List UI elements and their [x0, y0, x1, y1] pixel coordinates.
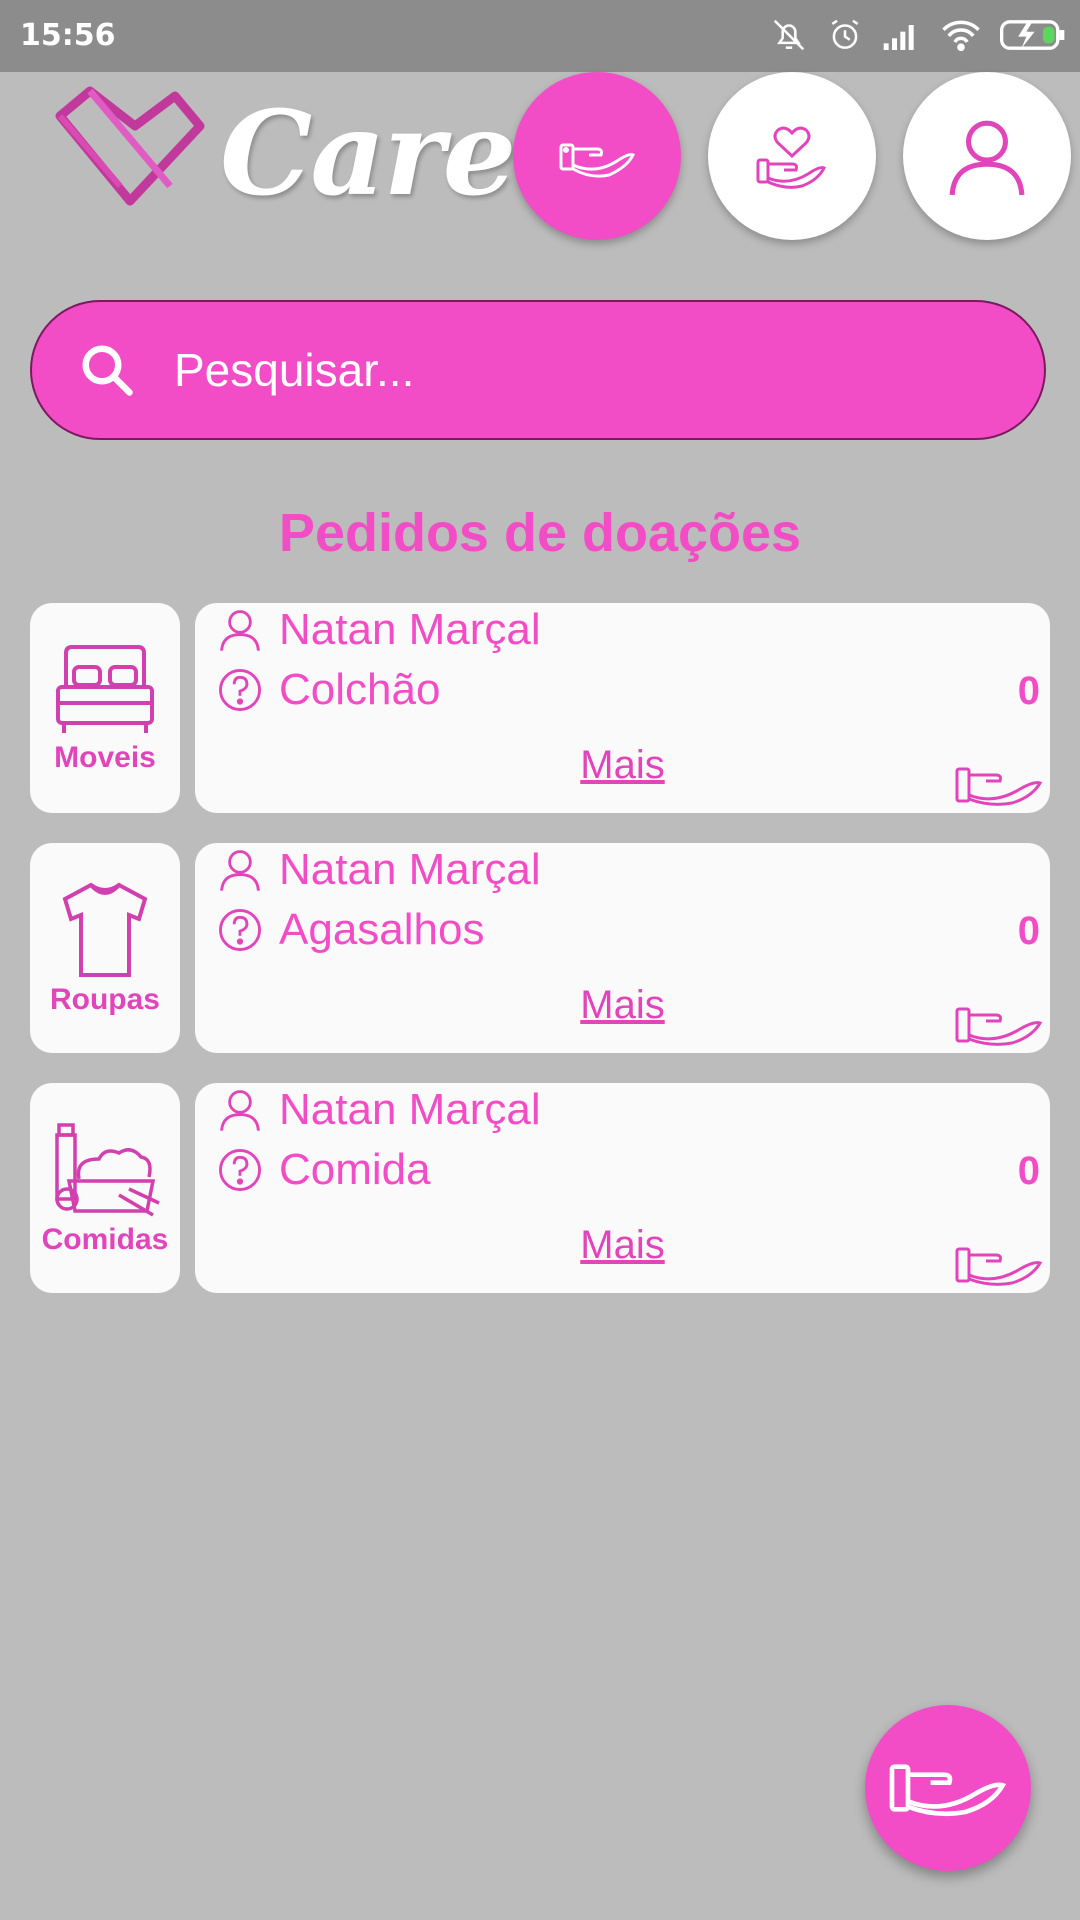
request-row: Moveis Natan Marçal Colchão 0 Mais [30, 603, 1050, 813]
question-circle-icon [219, 669, 261, 711]
request-count: 0 [1017, 1149, 1040, 1193]
heart-hand-icon [756, 126, 827, 189]
groceries-icon [55, 1123, 160, 1217]
donate-hand-button-icon[interactable] [954, 1003, 1044, 1047]
alarm-icon [831, 19, 859, 49]
section-title: Pedidos de doações [278, 503, 802, 563]
request-count: 0 [1017, 669, 1040, 713]
request-card: Natan Marçal Comida 0 Mais [195, 1083, 1050, 1293]
donate-hand-button-icon[interactable] [954, 1243, 1044, 1287]
search-bar[interactable] [30, 300, 1046, 440]
request-item: Colchão [217, 665, 440, 715]
status-time: 15:56 [20, 18, 116, 53]
nav-donate-button[interactable] [513, 72, 681, 240]
user-icon [220, 610, 260, 651]
request-card: Natan Marçal Agasalhos 0 Mais [195, 843, 1050, 1053]
request-user: Natan Marçal [217, 845, 541, 895]
care-logo-heart-icon [55, 86, 205, 206]
request-row: Roupas Natan Marçal Agasalhos 0 Mais [30, 843, 1050, 1053]
request-user-name: Natan Marçal [279, 845, 541, 894]
request-item-name: Colchão [279, 665, 441, 714]
more-link[interactable]: Mais [195, 743, 1050, 788]
user-icon [220, 850, 260, 891]
request-item: Comida [217, 1145, 431, 1195]
request-item-name: Comida [279, 1145, 431, 1194]
battery-charging-icon [1000, 20, 1065, 50]
status-bar: 15:56 [0, 0, 1080, 72]
category-tile-roupas[interactable]: Roupas [30, 843, 180, 1053]
wifi-icon [942, 20, 980, 52]
question-circle-icon [219, 909, 261, 951]
open-hand-icon [559, 143, 636, 178]
request-row: Comidas Natan Marçal Comida 0 Mais [30, 1083, 1050, 1293]
donate-hand-button-icon[interactable] [954, 763, 1044, 807]
category-label: Roupas [49, 983, 160, 1016]
category-label: Moveis [54, 741, 156, 774]
new-donation-fab[interactable] [865, 1705, 1031, 1871]
bed-icon [56, 645, 154, 733]
request-item-name: Agasalhos [279, 905, 485, 954]
more-link[interactable]: Mais [195, 983, 1050, 1028]
tshirt-icon [62, 882, 148, 977]
category-label: Comidas [41, 1223, 169, 1256]
app-title: Care [220, 86, 516, 222]
bell-off-icon [773, 19, 805, 51]
category-tile-comidas[interactable]: Comidas [30, 1083, 180, 1293]
user-icon [220, 1090, 260, 1131]
request-user: Natan Marçal [217, 1085, 541, 1135]
category-tile-moveis[interactable]: Moveis [30, 603, 180, 813]
open-hand-icon [889, 1764, 1007, 1817]
more-link[interactable]: Mais [195, 1223, 1050, 1268]
nav-profile-button[interactable] [903, 72, 1071, 240]
request-item: Agasalhos [217, 905, 484, 955]
signal-icon [883, 25, 914, 50]
request-user-name: Natan Marçal [279, 1085, 541, 1134]
search-input[interactable] [172, 342, 996, 398]
search-icon [72, 335, 142, 405]
user-icon [949, 120, 1025, 196]
question-circle-icon [219, 1149, 261, 1191]
request-count: 0 [1017, 909, 1040, 953]
request-user: Natan Marçal [217, 605, 541, 655]
nav-heart-hand-button[interactable] [708, 72, 876, 240]
request-card: Natan Marçal Colchão 0 Mais [195, 603, 1050, 813]
request-user-name: Natan Marçal [279, 605, 541, 654]
